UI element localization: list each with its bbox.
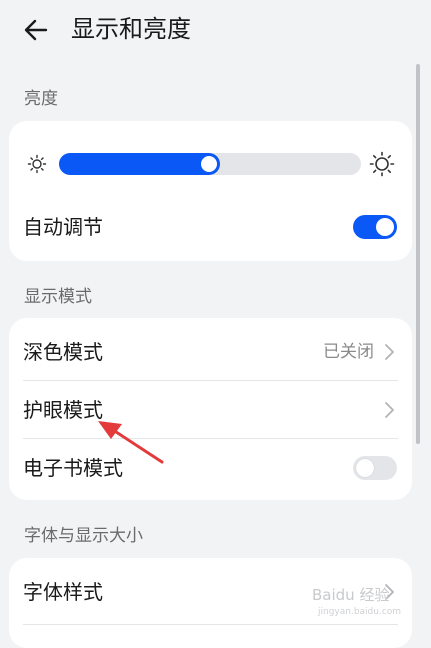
chevron-right-icon: [382, 342, 396, 362]
auto-brightness-toggle[interactable]: [353, 215, 397, 239]
dark-mode-row[interactable]: 深色模式 已关闭: [9, 318, 412, 380]
toggle-knob: [376, 218, 394, 236]
sun-large-icon: [369, 151, 395, 181]
brightness-slider[interactable]: [59, 153, 361, 175]
watermark-text: Baidu 经验: [312, 586, 390, 604]
back-arrow-icon[interactable]: [22, 16, 50, 44]
brightness-card: 自动调节: [9, 121, 412, 261]
watermark-subtext: jingyan.baidu.com: [318, 607, 402, 617]
ebook-mode-row[interactable]: 电子书模式: [9, 439, 412, 500]
display-mode-card: 深色模式 已关闭 护眼模式 电子书模式: [9, 318, 412, 500]
header-bar: 显示和亮度: [0, 0, 431, 62]
brightness-slider-knob[interactable]: [201, 156, 217, 172]
dark-mode-status: 已关闭: [323, 342, 374, 362]
divider: [23, 624, 398, 625]
ebook-mode-toggle[interactable]: [353, 456, 397, 480]
sun-small-icon: [27, 154, 47, 178]
annotation-arrow-icon: [96, 418, 166, 468]
auto-brightness-row[interactable]: 自动调节: [9, 207, 412, 247]
page-title: 显示和亮度: [71, 15, 191, 43]
font-style-label: 字体样式: [23, 580, 103, 604]
eye-comfort-row[interactable]: 护眼模式: [9, 381, 412, 438]
auto-brightness-label: 自动调节: [23, 215, 103, 239]
dark-mode-label: 深色模式: [23, 340, 103, 364]
scrollbar[interactable]: [416, 64, 420, 444]
toggle-knob: [356, 459, 374, 477]
chevron-right-icon: [382, 400, 396, 420]
brightness-slider-fill: [59, 153, 220, 175]
section-title-display-mode: 显示模式: [24, 287, 92, 307]
eye-comfort-label: 护眼模式: [23, 398, 103, 422]
section-title-brightness: 亮度: [24, 89, 58, 109]
section-title-font: 字体与显示大小: [24, 526, 143, 546]
